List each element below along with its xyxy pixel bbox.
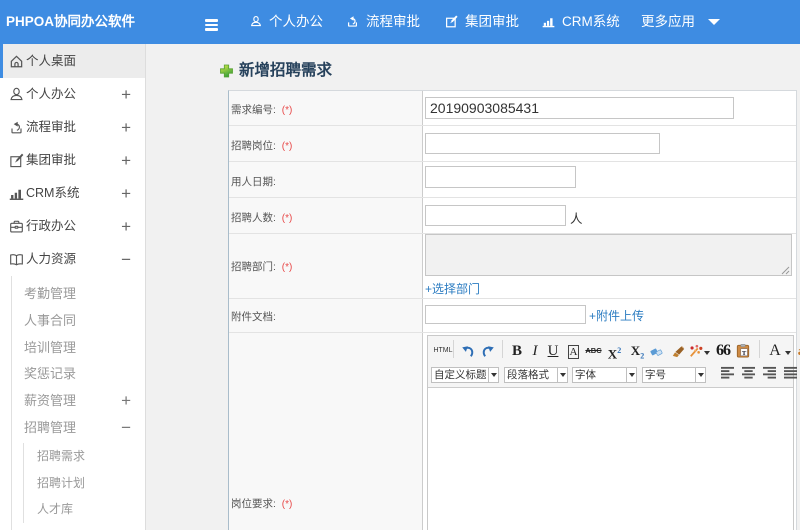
svg-text:T: T: [742, 350, 747, 357]
